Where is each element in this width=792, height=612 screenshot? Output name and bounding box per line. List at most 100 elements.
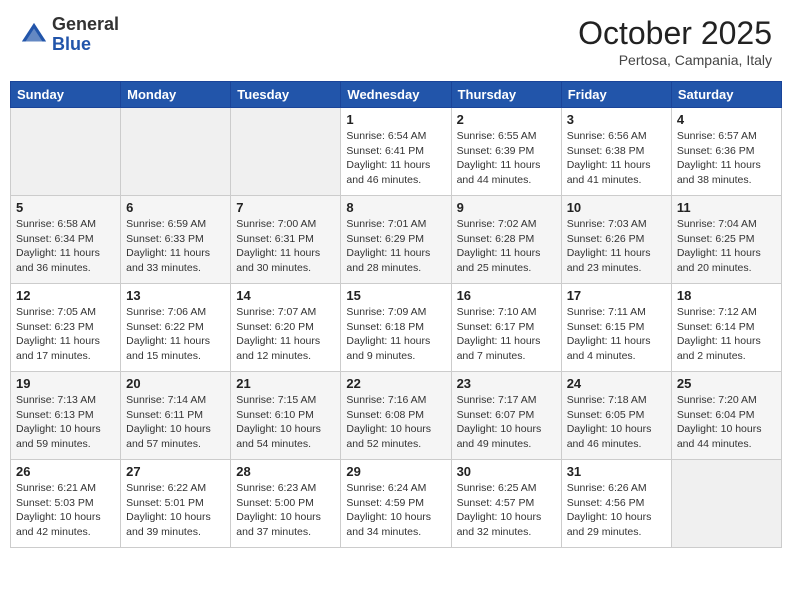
calendar-cell: 8 Sunrise: 7:01 AM Sunset: 6:29 PM Daylig… — [341, 196, 451, 284]
logo-text: General Blue — [52, 15, 119, 55]
day-number: 14 — [236, 288, 335, 303]
col-header-thursday: Thursday — [451, 82, 561, 108]
calendar-cell: 19Sunrise: 7:13 AM Sunset: 6:13 PM Dayli… — [11, 372, 121, 460]
day-info: Sunrise: 7:00 AM Sunset: 6:31 PM Dayligh… — [236, 217, 335, 276]
day-info: Sunrise: 7:17 AM Sunset: 6:07 PM Dayligh… — [457, 393, 556, 452]
day-info: Sunrise: 7:04 AM Sunset: 6:25 PM Dayligh… — [677, 217, 776, 276]
logo: General Blue — [20, 15, 119, 55]
day-info: Sunrise: 6:55 AM Sunset: 6:39 PM Dayligh… — [457, 129, 556, 188]
col-header-friday: Friday — [561, 82, 671, 108]
day-info: Sunrise: 7:06 AM Sunset: 6:22 PM Dayligh… — [126, 305, 225, 364]
day-number: 24 — [567, 376, 666, 391]
day-info: Sunrise: 6:23 AM Sunset: 5:00 PM Dayligh… — [236, 481, 335, 540]
day-info: Sunrise: 7:14 AM Sunset: 6:11 PM Dayligh… — [126, 393, 225, 452]
calendar-header-row: SundayMondayTuesdayWednesdayThursdayFrid… — [11, 82, 782, 108]
calendar-cell: 30 Sunrise: 6:25 AM Sunset: 4:57 PM Dayli… — [451, 460, 561, 548]
day-info: Sunrise: 7:02 AM Sunset: 6:28 PM Dayligh… — [457, 217, 556, 276]
day-info: Sunrise: 6:57 AM Sunset: 6:36 PM Dayligh… — [677, 129, 776, 188]
day-info: Sunrise: 6:59 AM Sunset: 6:33 PM Dayligh… — [126, 217, 225, 276]
calendar-cell: 11Sunrise: 7:04 AM Sunset: 6:25 PM Dayli… — [671, 196, 781, 284]
calendar-cell: 31 Sunrise: 6:26 AM Sunset: 4:56 PM Dayli… — [561, 460, 671, 548]
day-info: Sunrise: 7:18 AM Sunset: 6:05 PM Dayligh… — [567, 393, 666, 452]
day-info: Sunrise: 6:25 AM Sunset: 4:57 PM Dayligh… — [457, 481, 556, 540]
day-number: 6 — [126, 200, 225, 215]
day-number: 30 — [457, 464, 556, 479]
calendar-cell: 4 Sunrise: 6:57 AM Sunset: 6:36 PM Daylig… — [671, 108, 781, 196]
calendar-cell: 27Sunrise: 6:22 AM Sunset: 5:01 PM Dayli… — [121, 460, 231, 548]
calendar-cell: 28 Sunrise: 6:23 AM Sunset: 5:00 PM Dayli… — [231, 460, 341, 548]
col-header-saturday: Saturday — [671, 82, 781, 108]
logo-general: General — [52, 14, 119, 34]
day-info: Sunrise: 6:21 AM Sunset: 5:03 PM Dayligh… — [16, 481, 115, 540]
day-number: 28 — [236, 464, 335, 479]
day-info: Sunrise: 7:11 AM Sunset: 6:15 PM Dayligh… — [567, 305, 666, 364]
calendar-cell: 3 Sunrise: 6:56 AM Sunset: 6:38 PM Daylig… — [561, 108, 671, 196]
calendar-cell: 9Sunrise: 7:02 AM Sunset: 6:28 PM Daylig… — [451, 196, 561, 284]
calendar-cell — [121, 108, 231, 196]
day-info: Sunrise: 7:09 AM Sunset: 6:18 PM Dayligh… — [346, 305, 445, 364]
day-info: Sunrise: 6:24 AM Sunset: 4:59 PM Dayligh… — [346, 481, 445, 540]
col-header-monday: Monday — [121, 82, 231, 108]
calendar-cell: 7 Sunrise: 7:00 AM Sunset: 6:31 PM Daylig… — [231, 196, 341, 284]
calendar-week-4: 19Sunrise: 7:13 AM Sunset: 6:13 PM Dayli… — [11, 372, 782, 460]
calendar-cell: 14 Sunrise: 7:07 AM Sunset: 6:20 PM Dayli… — [231, 284, 341, 372]
calendar-cell — [231, 108, 341, 196]
day-info: Sunrise: 6:26 AM Sunset: 4:56 PM Dayligh… — [567, 481, 666, 540]
day-number: 16 — [457, 288, 556, 303]
calendar-cell: 29 Sunrise: 6:24 AM Sunset: 4:59 PM Dayli… — [341, 460, 451, 548]
day-number: 3 — [567, 112, 666, 127]
day-number: 1 — [346, 112, 445, 127]
day-number: 7 — [236, 200, 335, 215]
day-number: 12 — [16, 288, 115, 303]
day-number: 4 — [677, 112, 776, 127]
calendar-week-1: 1Sunrise: 6:54 AM Sunset: 6:41 PM Daylig… — [11, 108, 782, 196]
day-number: 10 — [567, 200, 666, 215]
day-number: 5 — [16, 200, 115, 215]
calendar-cell: 16 Sunrise: 7:10 AM Sunset: 6:17 PM Dayli… — [451, 284, 561, 372]
day-info: Sunrise: 6:22 AM Sunset: 5:01 PM Dayligh… — [126, 481, 225, 540]
calendar-cell: 10 Sunrise: 7:03 AM Sunset: 6:26 PM Dayli… — [561, 196, 671, 284]
page-header: General Blue October 2025 Pertosa, Campa… — [10, 10, 782, 73]
calendar-week-2: 5 Sunrise: 6:58 AM Sunset: 6:34 PM Daylig… — [11, 196, 782, 284]
day-number: 17 — [567, 288, 666, 303]
calendar-cell: 26 Sunrise: 6:21 AM Sunset: 5:03 PM Dayli… — [11, 460, 121, 548]
day-number: 21 — [236, 376, 335, 391]
day-number: 23 — [457, 376, 556, 391]
calendar-week-5: 26 Sunrise: 6:21 AM Sunset: 5:03 PM Dayli… — [11, 460, 782, 548]
day-info: Sunrise: 6:56 AM Sunset: 6:38 PM Dayligh… — [567, 129, 666, 188]
calendar-cell — [11, 108, 121, 196]
calendar-cell: 23 Sunrise: 7:17 AM Sunset: 6:07 PM Dayli… — [451, 372, 561, 460]
calendar-cell: 1Sunrise: 6:54 AM Sunset: 6:41 PM Daylig… — [341, 108, 451, 196]
day-number: 29 — [346, 464, 445, 479]
logo-icon — [20, 21, 48, 49]
col-header-wednesday: Wednesday — [341, 82, 451, 108]
day-info: Sunrise: 7:01 AM Sunset: 6:29 PM Dayligh… — [346, 217, 445, 276]
day-number: 18 — [677, 288, 776, 303]
col-header-sunday: Sunday — [11, 82, 121, 108]
calendar-cell: 24 Sunrise: 7:18 AM Sunset: 6:05 PM Dayli… — [561, 372, 671, 460]
day-info: Sunrise: 7:10 AM Sunset: 6:17 PM Dayligh… — [457, 305, 556, 364]
day-number: 26 — [16, 464, 115, 479]
day-number: 15 — [346, 288, 445, 303]
day-number: 8 — [346, 200, 445, 215]
calendar-cell: 15 Sunrise: 7:09 AM Sunset: 6:18 PM Dayli… — [341, 284, 451, 372]
day-info: Sunrise: 7:07 AM Sunset: 6:20 PM Dayligh… — [236, 305, 335, 364]
day-number: 19 — [16, 376, 115, 391]
calendar-cell: 25Sunrise: 7:20 AM Sunset: 6:04 PM Dayli… — [671, 372, 781, 460]
calendar-cell: 20 Sunrise: 7:14 AM Sunset: 6:11 PM Dayli… — [121, 372, 231, 460]
day-number: 13 — [126, 288, 225, 303]
day-info: Sunrise: 6:58 AM Sunset: 6:34 PM Dayligh… — [16, 217, 115, 276]
day-number: 2 — [457, 112, 556, 127]
day-info: Sunrise: 7:05 AM Sunset: 6:23 PM Dayligh… — [16, 305, 115, 364]
month-title: October 2025 — [578, 15, 772, 52]
day-info: Sunrise: 7:03 AM Sunset: 6:26 PM Dayligh… — [567, 217, 666, 276]
day-number: 22 — [346, 376, 445, 391]
day-info: Sunrise: 7:12 AM Sunset: 6:14 PM Dayligh… — [677, 305, 776, 364]
calendar-cell: 18 Sunrise: 7:12 AM Sunset: 6:14 PM Dayli… — [671, 284, 781, 372]
col-header-tuesday: Tuesday — [231, 82, 341, 108]
day-number: 31 — [567, 464, 666, 479]
day-info: Sunrise: 7:16 AM Sunset: 6:08 PM Dayligh… — [346, 393, 445, 452]
day-number: 20 — [126, 376, 225, 391]
logo-blue: Blue — [52, 34, 91, 54]
calendar-cell: 21Sunrise: 7:15 AM Sunset: 6:10 PM Dayli… — [231, 372, 341, 460]
